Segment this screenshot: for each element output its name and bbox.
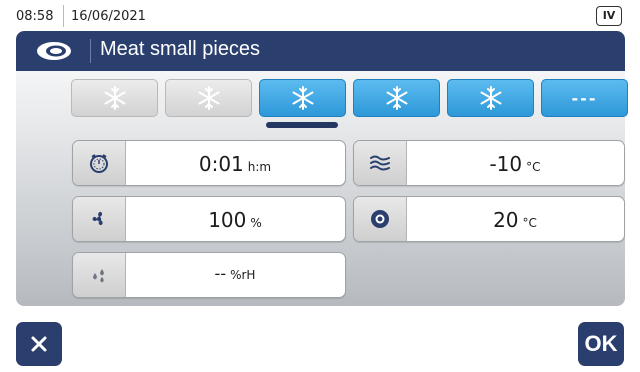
status-bar: 08:58 16/06/2021 IV [0,0,640,32]
core-temperature-value: 20 [493,208,519,232]
status-divider [63,5,64,27]
fan-unit: % [250,216,262,230]
ok-button[interactable]: OK [578,322,624,366]
phase-empty-label: --- [571,88,598,108]
air-temperature-value: -10 [489,152,523,176]
phase-tabs: --- [71,79,631,119]
humidity-icon [93,269,104,283]
fan-icon [92,211,103,226]
snowflake-icon [104,86,125,110]
humidity-param-card[interactable]: -- %rH [72,252,346,298]
clock-time: 08:58 [16,9,54,24]
clock-date: 16/06/2021 [71,9,146,24]
air-temperature-unit: °C [526,160,541,174]
status-badge[interactable]: IV [596,6,622,26]
time-param-card[interactable]: 0:01 h:m [72,140,346,186]
program-title-bar[interactable]: Meat small pieces [16,31,625,71]
phase-tab-4[interactable] [353,79,440,117]
snowflake-icon [292,86,313,110]
close-icon [31,336,47,352]
snowflake-icon [480,86,501,110]
core-probe-icon [371,210,389,228]
phase-tab-3[interactable] [259,79,346,117]
core-temperature-unit: °C [522,216,537,230]
core-temperature-param-card[interactable]: 20 °C [353,196,625,242]
snowflake-icon [198,86,219,110]
phase-tab-2[interactable] [165,79,252,117]
timer-icon [90,154,108,173]
time-unit: h:m [247,160,272,174]
meat-icon [34,39,74,63]
fan-value: 100 [208,208,247,232]
time-value: 0:01 [198,152,244,176]
cancel-button[interactable] [16,322,62,366]
phase-tab-5[interactable] [447,79,534,117]
air-temperature-icon [370,155,390,171]
phase-tab-1[interactable] [71,79,158,117]
humidity-unit: %rH [230,268,256,282]
humidity-value: -- [214,264,227,283]
air-temperature-param-card[interactable]: -10 °C [353,140,625,186]
snowflake-icon [386,86,407,110]
title-divider [90,39,91,63]
program-title: Meat small pieces [100,38,261,60]
selected-phase-indicator [266,122,338,128]
fan-param-card[interactable]: 100 % [72,196,346,242]
phase-tab-empty[interactable]: --- [541,79,628,117]
